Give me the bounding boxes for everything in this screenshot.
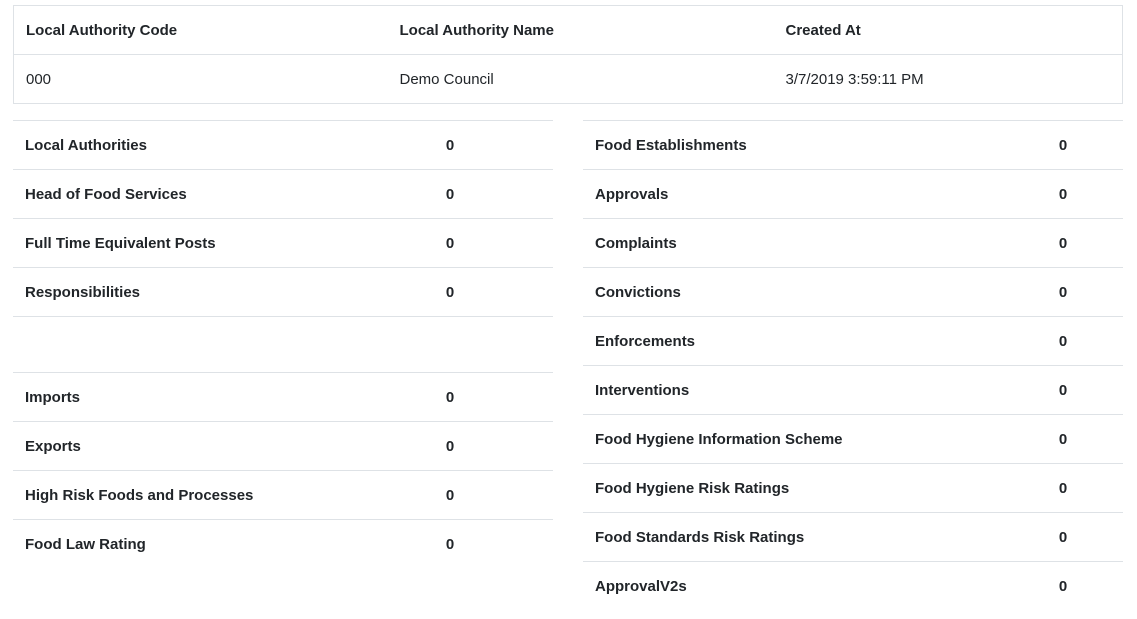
stat-label: Responsibilities bbox=[13, 267, 373, 317]
stat-row-food-hygiene-information-scheme: Food Hygiene Information Scheme 0 bbox=[583, 414, 1123, 464]
stat-row-imports: Imports 0 bbox=[13, 372, 553, 422]
header-local-authority-code: Local Authority Code bbox=[13, 5, 388, 55]
stat-value: 0 bbox=[1035, 316, 1123, 366]
local-authority-table: Local Authority Code Local Authority Nam… bbox=[13, 5, 1123, 104]
stat-label: High Risk Foods and Processes bbox=[13, 470, 373, 520]
stat-row-approvals: Approvals 0 bbox=[583, 169, 1123, 219]
stat-label: Convictions bbox=[583, 267, 1035, 317]
stat-value: 0 bbox=[373, 267, 553, 317]
stat-value: 0 bbox=[1035, 218, 1123, 268]
stat-value: 0 bbox=[373, 218, 553, 268]
spacer-cell bbox=[373, 316, 553, 373]
stat-label: Local Authorities bbox=[13, 120, 373, 170]
stat-label: Complaints bbox=[583, 218, 1035, 268]
stat-row-food-standards-risk-ratings: Food Standards Risk Ratings 0 bbox=[583, 512, 1123, 562]
stat-row-responsibilities: Responsibilities 0 bbox=[13, 267, 553, 317]
stat-label: Head of Food Services bbox=[13, 169, 373, 219]
stat-row-approvalv2s: ApprovalV2s 0 bbox=[583, 561, 1123, 611]
stat-label: Interventions bbox=[583, 365, 1035, 415]
stat-label: Food Standards Risk Ratings bbox=[583, 512, 1035, 562]
stat-label: Food Law Rating bbox=[13, 519, 373, 569]
stat-value: 0 bbox=[1035, 365, 1123, 415]
stat-value: 0 bbox=[1035, 120, 1123, 170]
stat-label: Enforcements bbox=[583, 316, 1035, 366]
stat-spacer-row bbox=[13, 316, 553, 373]
stat-label: Food Hygiene Information Scheme bbox=[583, 414, 1035, 464]
table-header-row: Local Authority Code Local Authority Nam… bbox=[13, 5, 1123, 55]
stat-value: 0 bbox=[373, 372, 553, 422]
stat-row-full-time-equivalent-posts: Full Time Equivalent Posts 0 bbox=[13, 218, 553, 268]
header-local-authority-name: Local Authority Name bbox=[387, 5, 774, 55]
stat-row-food-hygiene-risk-ratings: Food Hygiene Risk Ratings 0 bbox=[583, 463, 1123, 513]
stat-value: 0 bbox=[373, 421, 553, 471]
stat-row-food-establishments: Food Establishments 0 bbox=[583, 120, 1123, 170]
stat-row-convictions: Convictions 0 bbox=[583, 267, 1123, 317]
stat-value: 0 bbox=[373, 470, 553, 520]
stat-row-complaints: Complaints 0 bbox=[583, 218, 1123, 268]
cell-local-authority-code: 000 bbox=[26, 70, 52, 88]
stat-label: Approvals bbox=[583, 169, 1035, 219]
stat-label: ApprovalV2s bbox=[583, 561, 1035, 611]
stat-row-high-risk-foods: High Risk Foods and Processes 0 bbox=[13, 470, 553, 520]
stat-row-food-law-rating: Food Law Rating 0 bbox=[13, 519, 553, 569]
stat-label: Food Establishments bbox=[583, 120, 1035, 170]
header-created-at: Created At bbox=[773, 5, 1123, 55]
stat-value: 0 bbox=[1035, 414, 1123, 464]
stat-row-head-of-food-services: Head of Food Services 0 bbox=[13, 169, 553, 219]
stat-value: 0 bbox=[1035, 169, 1123, 219]
stat-value: 0 bbox=[1035, 463, 1123, 513]
cell-created-at: 3/7/2019 3:59:11 PM bbox=[785, 70, 924, 88]
stat-row-interventions: Interventions 0 bbox=[583, 365, 1123, 415]
stat-value: 0 bbox=[1035, 561, 1123, 611]
right-stats-table: Food Establishments 0 Approvals 0 Compla… bbox=[583, 120, 1123, 611]
stat-row-enforcements: Enforcements 0 bbox=[583, 316, 1123, 366]
stat-row-exports: Exports 0 bbox=[13, 421, 553, 471]
stat-label: Food Hygiene Risk Ratings bbox=[583, 463, 1035, 513]
spacer-cell bbox=[13, 316, 373, 373]
table-row: 000 Demo Council 3/7/2019 3:59:11 PM bbox=[14, 55, 1123, 104]
stat-label: Exports bbox=[13, 421, 373, 471]
stat-value: 0 bbox=[373, 519, 553, 569]
stat-value: 0 bbox=[1035, 512, 1123, 562]
stat-value: 0 bbox=[373, 120, 553, 170]
stat-label: Imports bbox=[13, 372, 373, 422]
left-stats-table: Local Authorities 0 Head of Food Service… bbox=[13, 120, 553, 569]
stat-value: 0 bbox=[1035, 267, 1123, 317]
stat-label: Full Time Equivalent Posts bbox=[13, 218, 373, 268]
stat-row-local-authorities: Local Authorities 0 bbox=[13, 120, 553, 170]
cell-local-authority-name: Demo Council bbox=[399, 70, 494, 88]
stat-value: 0 bbox=[373, 169, 553, 219]
